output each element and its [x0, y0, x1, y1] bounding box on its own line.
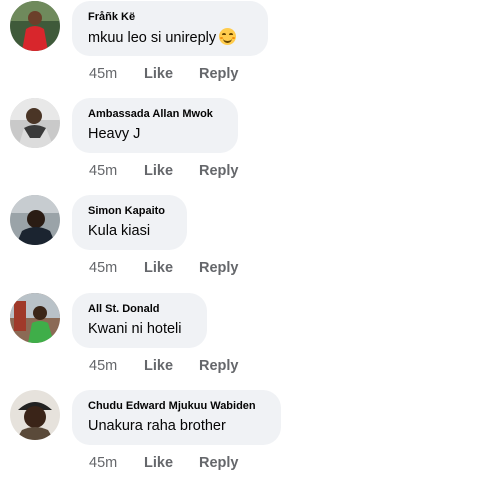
reply-button[interactable]: Reply: [199, 163, 239, 179]
comment-timestamp[interactable]: 45m: [89, 163, 144, 179]
comment-actions: 45m Like Reply: [89, 260, 239, 276]
commenter-name[interactable]: Chudu Edward Mjukuu Wabiden: [88, 400, 265, 413]
comment-item: Fråñk Kë mkuu leo si unireply 45m Like Rep…: [0, 1, 480, 98]
comment-bubble: Simon Kapaito Kula kiasi: [72, 195, 187, 250]
like-button[interactable]: Like: [144, 163, 199, 179]
comment-actions: 45m Like Reply: [89, 358, 239, 374]
commenter-name[interactable]: Simon Kapaito: [88, 205, 171, 218]
comment-timestamp[interactable]: 45m: [89, 260, 144, 276]
comment-item: Ambassada Allan Mwok Heavy J 45m Like Repl…: [0, 98, 480, 195]
avatar[interactable]: [10, 195, 60, 245]
avatar[interactable]: [10, 1, 60, 51]
comment-text: Heavy J: [88, 126, 141, 142]
reply-button[interactable]: Reply: [199, 455, 239, 471]
avatar[interactable]: [10, 98, 60, 148]
reply-button[interactable]: Reply: [199, 358, 239, 374]
reply-button[interactable]: Reply: [199, 260, 239, 276]
comment-item: All St. Donald Kwani ni hoteli 45m Like Re…: [0, 293, 480, 390]
comment-text: Kula kiasi: [88, 223, 151, 239]
comment-actions: 45m Like Reply: [89, 455, 239, 471]
comment-bubble: Ambassada Allan Mwok Heavy J: [72, 98, 238, 153]
reply-button[interactable]: Reply: [199, 66, 239, 82]
like-button[interactable]: Like: [144, 260, 199, 276]
comment-text: Kwani ni hoteli: [88, 321, 182, 337]
comment-actions: 45m Like Reply: [89, 163, 239, 179]
comment-text: mkuu leo si unireply: [88, 28, 252, 48]
comment-item: Chudu Edward Mjukuu Wabiden Unakura raha…: [0, 390, 480, 487]
avatar[interactable]: [10, 390, 60, 440]
like-button[interactable]: Like: [144, 455, 199, 471]
comment-bubble: All St. Donald Kwani ni hoteli: [72, 293, 207, 348]
comment-text: Unakura raha brother: [88, 418, 226, 434]
comment-text-body: mkuu leo si unireply: [88, 30, 217, 46]
comment-actions: 45m Like Reply: [89, 66, 239, 82]
commenter-name[interactable]: Ambassada Allan Mwok: [88, 108, 222, 121]
comment-bubble: Fråñk Kë mkuu leo si unireply: [72, 1, 268, 56]
like-button[interactable]: Like: [144, 66, 199, 82]
commenter-name[interactable]: All St. Donald: [88, 303, 191, 316]
comment-timestamp[interactable]: 45m: [89, 358, 144, 374]
like-button[interactable]: Like: [144, 358, 199, 374]
comment-item: Simon Kapaito Kula kiasi 45m Like Reply: [0, 195, 480, 292]
comment-bubble: Chudu Edward Mjukuu Wabiden Unakura raha…: [72, 390, 281, 445]
avatar[interactable]: [10, 293, 60, 343]
commenter-name[interactable]: Fråñk Kë: [88, 11, 252, 24]
smiling-face-icon: [219, 28, 237, 45]
comment-timestamp[interactable]: 45m: [89, 455, 144, 471]
comment-timestamp[interactable]: 45m: [89, 66, 144, 82]
